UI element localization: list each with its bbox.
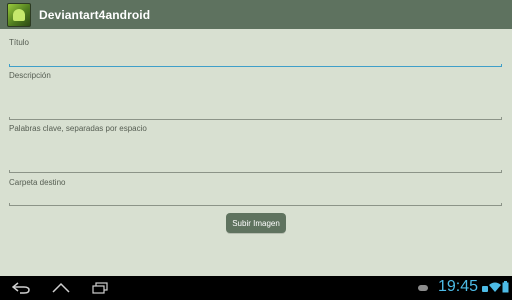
titulo-field[interactable]: Título [9, 37, 502, 67]
recent-apps-icon[interactable] [92, 282, 108, 294]
subir-imagen-button[interactable]: Subir Imagen [226, 213, 286, 233]
palabras-clave-input[interactable] [9, 170, 502, 173]
back-icon[interactable] [12, 282, 30, 294]
upload-form: Título Descripción Palabras clave, separ… [0, 29, 512, 276]
game-controller-icon [418, 285, 428, 291]
palabras-clave-label: Palabras clave, separadas por espacio [9, 124, 147, 133]
app-icon[interactable] [7, 2, 31, 27]
descripcion-label: Descripción [9, 71, 51, 80]
home-icon[interactable] [52, 282, 70, 294]
battery-icon [502, 281, 509, 293]
carpeta-destino-field[interactable]: Carpeta destino [9, 177, 502, 207]
action-bar: Deviantart4android [0, 0, 512, 29]
titulo-input[interactable] [9, 64, 502, 67]
wifi-icon [489, 282, 501, 292]
system-navigation-bar: 19:45 [0, 276, 512, 300]
status-clock: 19:45 [438, 278, 479, 295]
titulo-label: Título [9, 38, 30, 47]
carpeta-destino-label: Carpeta destino [9, 178, 66, 187]
carpeta-destino-input[interactable] [9, 203, 502, 206]
palabras-clave-field[interactable]: Palabras clave, separadas por espacio [9, 123, 502, 173]
descripcion-input[interactable] [9, 117, 502, 120]
android-mascot-icon [13, 8, 25, 21]
app-title: Deviantart4android [39, 7, 151, 22]
descripcion-field[interactable]: Descripción [9, 70, 502, 120]
